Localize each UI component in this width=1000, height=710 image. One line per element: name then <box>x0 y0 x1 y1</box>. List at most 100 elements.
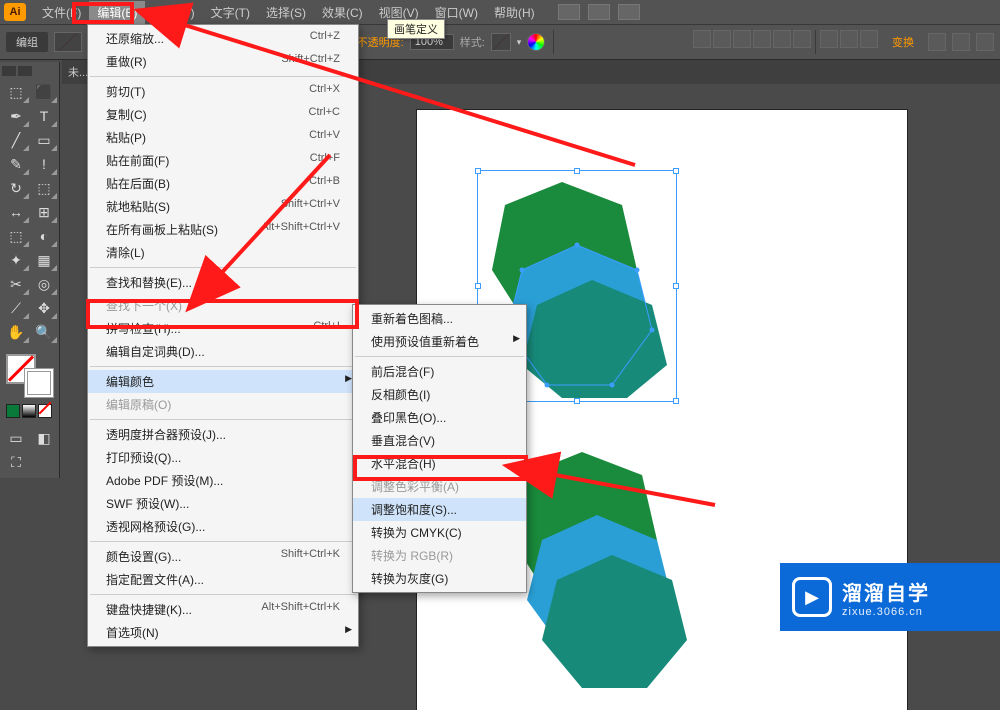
screen-mode-icon[interactable]: ◧ <box>30 426 58 450</box>
tool-13[interactable]: ◐ <box>30 224 58 248</box>
layout-icon[interactable] <box>618 4 640 20</box>
menu-item-5[interactable]: 效果(C) <box>314 1 371 24</box>
menu-entry[interactable]: 透视网格预设(G)... <box>88 515 358 538</box>
menu-entry[interactable]: 打印预设(Q)... <box>88 446 358 469</box>
distribute-icon[interactable] <box>860 30 878 48</box>
menu-item-8[interactable]: 帮助(H) <box>486 1 543 24</box>
menubar-layout-icons <box>558 4 640 20</box>
tool-10[interactable]: ↔ <box>2 200 30 224</box>
menu-entry[interactable]: 调整饱和度(S)... <box>353 498 526 521</box>
tool-14[interactable]: ✦ <box>2 248 30 272</box>
tool-19[interactable]: ✥ <box>30 296 58 320</box>
menu-entry[interactable]: 粘贴(P)Ctrl+V <box>88 126 358 149</box>
document-tab[interactable]: 未... <box>68 64 88 80</box>
align-top-icon[interactable] <box>753 30 771 48</box>
align-middle-icon[interactable] <box>773 30 791 48</box>
menu-entry[interactable]: 首选项(N) <box>88 621 358 644</box>
menu-entry[interactable]: 拼写检查(H)...Ctrl+I <box>88 317 358 340</box>
tool-20[interactable]: ✋ <box>2 320 30 344</box>
tool-11[interactable]: ⊞ <box>30 200 58 224</box>
tool-16[interactable]: ✂ <box>2 272 30 296</box>
align-right-icon[interactable] <box>733 30 751 48</box>
menu-entry: 调整色彩平衡(A) <box>353 475 526 498</box>
menu-entry[interactable]: 在所有画板上粘贴(S)Alt+Shift+Ctrl+V <box>88 218 358 241</box>
menu-entry[interactable]: 透明度拼合器预设(J)... <box>88 423 358 446</box>
menu-entry[interactable]: 使用预设值重新着色 <box>353 330 526 353</box>
menu-entry[interactable]: 叠印黑色(O)... <box>353 406 526 429</box>
menu-entry[interactable]: 编辑自定词典(D)... <box>88 340 358 363</box>
tool-3[interactable]: T <box>30 104 58 128</box>
menu-entry[interactable]: 剪切(T)Ctrl+X <box>88 80 358 103</box>
layout-icon[interactable] <box>558 4 580 20</box>
menu-entry[interactable]: 重新着色图稿... <box>353 307 526 330</box>
tool-18[interactable]: ⟋ <box>2 296 30 320</box>
arrange-icon[interactable] <box>952 33 970 51</box>
distribute-icon[interactable] <box>840 30 858 48</box>
menu-entry[interactable]: 垂直混合(V) <box>353 429 526 452</box>
menu-entry[interactable]: 指定配置文件(A)... <box>88 568 358 591</box>
tool-21[interactable]: 🔍 <box>30 320 58 344</box>
tool-8[interactable]: ↻ <box>2 176 30 200</box>
menu-item-0[interactable]: 文件(F) <box>34 1 89 24</box>
watermark-title: 溜溜自学 <box>842 577 930 606</box>
style-label: 样式: <box>460 34 485 50</box>
tool-2[interactable]: ✒ <box>2 104 30 128</box>
menu-entry[interactable]: 清除(L) <box>88 241 358 264</box>
arrange-icon[interactable] <box>976 33 994 51</box>
menu-entry[interactable]: 键盘快捷键(K)...Alt+Shift+Ctrl+K <box>88 598 358 621</box>
fill-stroke-control[interactable] <box>6 354 54 398</box>
align-left-icon[interactable] <box>693 30 711 48</box>
recolor-icon[interactable] <box>527 33 545 51</box>
screen-mode-icon[interactable]: ▭ <box>2 426 30 450</box>
menu-item-3[interactable]: 文字(T) <box>203 1 258 24</box>
menu-entry[interactable]: 复制(C)Ctrl+C <box>88 103 358 126</box>
watermark-url: zixue.3066.cn <box>842 606 930 618</box>
menu-entry[interactable]: 水平混合(H) <box>353 452 526 475</box>
menu-entry: 查找下一个(X) <box>88 294 358 317</box>
menu-entry[interactable]: 重做(R)Shift+Ctrl+Z <box>88 50 358 73</box>
tool-12[interactable]: ⬚ <box>2 224 30 248</box>
align-center-icon[interactable] <box>713 30 731 48</box>
menu-entry[interactable]: 贴在后面(B)Ctrl+B <box>88 172 358 195</box>
isolation-icon[interactable] <box>928 33 946 51</box>
menu-item-2[interactable]: 对象(O) <box>145 1 202 24</box>
menu-entry[interactable]: 还原缩放...Ctrl+Z <box>88 27 358 50</box>
play-icon: ▶ <box>792 577 832 617</box>
change-screen-icon[interactable]: ⛶ <box>2 450 30 474</box>
distribute-icon[interactable] <box>820 30 838 48</box>
style-swatch[interactable] <box>491 33 511 51</box>
menubar: Ai 文件(F)编辑(E)对象(O)文字(T)选择(S)效果(C)视图(V)窗口… <box>0 0 1000 24</box>
tool-15[interactable]: ▦ <box>30 248 58 272</box>
edit-colors-submenu: 重新着色图稿...使用预设值重新着色前后混合(F)反相颜色(I)叠印黑色(O).… <box>352 304 527 593</box>
menu-entry[interactable]: 颜色设置(G)...Shift+Ctrl+K <box>88 545 358 568</box>
menu-item-1[interactable]: 编辑(E) <box>89 1 145 24</box>
tool-17[interactable]: ◎ <box>30 272 58 296</box>
menu-entry[interactable]: 转换为灰度(G) <box>353 567 526 590</box>
tool-1[interactable]: ⬛ <box>30 80 58 104</box>
tool-6[interactable]: ✎ <box>2 152 30 176</box>
menu-entry[interactable]: 反相颜色(I) <box>353 383 526 406</box>
menu-entry[interactable]: Adobe PDF 预设(M)... <box>88 469 358 492</box>
swatch[interactable] <box>38 404 52 418</box>
layout-icon[interactable] <box>588 4 610 20</box>
transform-link[interactable]: 变换 <box>892 34 914 50</box>
fill-swatch[interactable] <box>54 32 82 52</box>
app-logo: Ai <box>4 3 26 21</box>
tool-7[interactable]: ! <box>30 152 58 176</box>
menu-entry[interactable]: 前后混合(F) <box>353 360 526 383</box>
menu-entry[interactable]: 就地粘贴(S)Shift+Ctrl+V <box>88 195 358 218</box>
menu-item-4[interactable]: 选择(S) <box>258 1 314 24</box>
tool-5[interactable]: ▭ <box>30 128 58 152</box>
menu-entry[interactable]: 编辑颜色 <box>88 370 358 393</box>
stroke-proxy[interactable] <box>24 368 54 398</box>
menu-entry[interactable]: SWF 预设(W)... <box>88 492 358 515</box>
menu-entry[interactable]: 贴在前面(F)Ctrl+F <box>88 149 358 172</box>
tool-9[interactable]: ⬚ <box>30 176 58 200</box>
swatch[interactable] <box>6 404 20 418</box>
tool-4[interactable]: ╱ <box>2 128 30 152</box>
tool-0[interactable]: ⬚ <box>2 80 30 104</box>
menu-entry[interactable]: 转换为 CMYK(C) <box>353 521 526 544</box>
swatch[interactable] <box>22 404 36 418</box>
menu-entry[interactable]: 查找和替换(E)... <box>88 271 358 294</box>
align-bottom-icon[interactable] <box>793 30 811 48</box>
